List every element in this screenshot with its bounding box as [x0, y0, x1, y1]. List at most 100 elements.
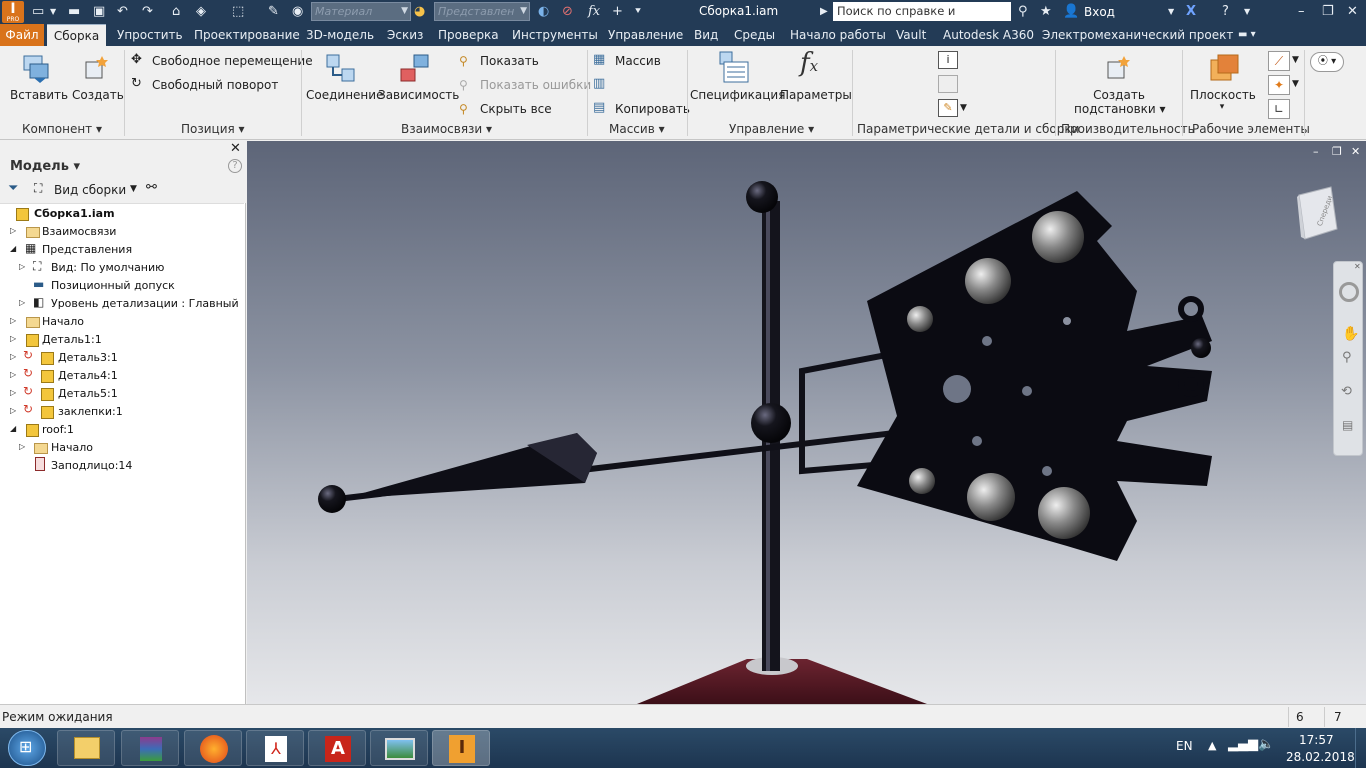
panel-title-manage[interactable]: Управление ▾ — [729, 122, 814, 136]
expand-icon[interactable]: ▷ — [10, 316, 16, 325]
return-icon[interactable]: ◈ — [196, 3, 206, 21]
create-substitutes-icon[interactable] — [1102, 52, 1134, 84]
taskbar-explorer[interactable] — [57, 730, 115, 766]
expand-icon[interactable]: ▷ — [19, 262, 25, 271]
tree-item-roof-origin[interactable]: Начало — [51, 439, 93, 457]
panel-title-pattern[interactable]: Массив ▾ — [609, 122, 665, 136]
create-ipart-table-icon[interactable] — [938, 75, 958, 93]
tab-manage[interactable]: Управление — [608, 24, 683, 46]
create-substitutes-button[interactable]: Создать подстановки ▾ — [1074, 88, 1166, 116]
save-icon[interactable]: ▣ — [93, 3, 105, 21]
view-dropdown-icon[interactable]: ▼ — [130, 184, 137, 194]
sign-in-link[interactable]: Вход — [1084, 5, 1115, 19]
taskbar-photos[interactable] — [370, 730, 428, 766]
tab-environments[interactable]: Среды — [734, 24, 775, 46]
show-desktop-button[interactable] — [1355, 728, 1366, 768]
browser-help-icon[interactable]: ? — [228, 159, 242, 173]
fx-icon[interactable]: fx — [588, 3, 600, 21]
panel-title-work-features[interactable]: Рабочие элементы — [1192, 122, 1310, 136]
constraint-button[interactable]: Зависимость — [378, 88, 459, 102]
close-browser-icon[interactable]: ✕ — [230, 141, 241, 156]
expand-icon[interactable]: ▷ — [10, 388, 16, 397]
look-at-icon[interactable]: ▤ — [1342, 418, 1353, 432]
taskbar-firefox[interactable] — [184, 730, 242, 766]
tree-item-origin[interactable]: Начало — [42, 313, 84, 331]
help-dropdown-icon[interactable]: ▼ — [1244, 3, 1250, 21]
panel-title-component[interactable]: Компонент ▾ — [22, 122, 102, 136]
close-icon[interactable]: ✕ — [1347, 3, 1358, 21]
exchange-icon[interactable]: X — [1186, 3, 1196, 21]
taskbar-autocad[interactable]: A — [308, 730, 366, 766]
create-component-icon[interactable] — [80, 52, 112, 84]
tab-view[interactable]: Вид — [694, 24, 718, 46]
show-errors-button[interactable]: Показать ошибки — [480, 78, 591, 92]
create-ipart-icon[interactable]: i — [938, 51, 958, 69]
tree-item-part1[interactable]: Деталь1:1 — [42, 331, 102, 349]
assembly-view-dropdown[interactable]: Вид сборки — [54, 183, 126, 197]
volume-icon[interactable]: 🔈 — [1258, 737, 1274, 752]
panel-title-relationships[interactable]: Взаимосвязи ▾ — [401, 122, 492, 136]
redo-icon[interactable]: ↷ — [142, 3, 153, 21]
weathervane-model[interactable] — [247, 141, 1366, 704]
tree-item-lod[interactable]: Уровень детализации : Главный — [51, 295, 239, 313]
insert-button[interactable]: Вставить — [10, 88, 68, 102]
ribbon-options-icon[interactable]: ▬ ▾ — [1238, 24, 1256, 46]
insert-icon[interactable] — [20, 52, 54, 84]
view-cube[interactable]: Спереди — [1295, 185, 1339, 241]
expand-icon[interactable]: ▷ — [10, 352, 16, 361]
steering-wheel-icon[interactable] — [1339, 282, 1359, 302]
network-icon[interactable]: ▂▄▆ — [1228, 737, 1258, 752]
expand-icon[interactable]: ▷ — [10, 226, 16, 235]
navigation-dropdown-icon[interactable]: ⦿ ▾ — [1310, 52, 1344, 72]
constraint-icon[interactable] — [398, 52, 432, 84]
tab-vault[interactable]: Vault — [896, 24, 926, 46]
tree-item-representations[interactable]: Представления — [42, 241, 132, 259]
graphics-viewport[interactable]: – ❐ ✕ Спереди ✕ ✋ ⚲ ⟲ ▤ — [247, 141, 1366, 704]
edit-table-icon[interactable]: ✎ — [938, 99, 958, 117]
tree-item-rivets[interactable]: заклепки:1 — [58, 403, 123, 421]
bom-icon[interactable] — [716, 50, 752, 84]
create-button[interactable]: Создать — [72, 88, 124, 102]
tray-expand-icon[interactable]: ▲ — [1208, 739, 1216, 752]
expand-icon[interactable]: ▷ — [10, 406, 16, 415]
tree-item-part4[interactable]: Деталь4:1 — [58, 367, 118, 385]
search-binoculars-icon[interactable]: ⚲ — [1018, 3, 1028, 21]
signin-dropdown-icon[interactable]: ▼ — [1168, 3, 1174, 21]
panel-title-ipart[interactable]: Параметрические детали и сборки — [857, 122, 1079, 136]
free-rotate-button[interactable]: Свободный поворот — [152, 78, 278, 92]
parameters-button[interactable]: Параметры — [780, 88, 852, 102]
tab-simplify[interactable]: Упростить — [117, 24, 183, 46]
maximize-icon[interactable]: ❐ — [1322, 3, 1334, 21]
app-logo[interactable]: I PRO — [2, 1, 24, 23]
plane-icon[interactable] — [1208, 52, 1242, 84]
pattern-button[interactable]: Массив — [615, 54, 661, 68]
clear-appearance-icon[interactable]: ⊘ — [562, 3, 573, 21]
undo-icon[interactable]: ↶ — [117, 3, 128, 21]
panel-title-position[interactable]: Позиция ▾ — [181, 122, 245, 136]
expand-icon[interactable]: ▷ — [10, 370, 16, 379]
minimize-icon[interactable]: – — [1298, 3, 1305, 21]
tree-item-part3[interactable]: Деталь3:1 — [58, 349, 118, 367]
help-search-input[interactable]: Поиск по справке и командам. — [833, 2, 1011, 37]
collapse-icon[interactable]: ◢ — [10, 424, 16, 433]
copy-button[interactable]: Копировать — [615, 102, 690, 116]
expand-icon[interactable]: ▷ — [19, 442, 25, 451]
ucs-icon[interactable]: ∟ — [1268, 99, 1290, 119]
tab-get-started[interactable]: Начало работы — [790, 24, 886, 46]
tab-electromechanical[interactable]: Электромеханический проект — [1042, 24, 1233, 46]
tree-item-view[interactable]: Вид: По умолчанию — [51, 259, 164, 277]
axis-dropdown-icon[interactable]: ▼ — [1292, 55, 1299, 65]
adjust-appearance-icon[interactable]: ◐ — [538, 3, 549, 21]
user-icon[interactable]: 👤 — [1063, 3, 1079, 21]
update-icon[interactable]: ✎ — [268, 3, 279, 21]
taskbar-winrar[interactable] — [121, 730, 179, 766]
tab-sketch[interactable]: Эскиз — [387, 24, 423, 46]
new-file-icon[interactable]: ▭ — [32, 3, 44, 21]
tree-item-relationships[interactable]: Взаимосвязи — [42, 223, 116, 241]
work-point-icon[interactable]: ✦ — [1268, 75, 1290, 95]
start-button[interactable]: ⊞ — [8, 730, 46, 766]
bom-button[interactable]: Спецификация — [690, 88, 785, 102]
pan-icon[interactable]: ✋ — [1342, 326, 1359, 342]
point-dropdown-icon[interactable]: ▼ — [1292, 79, 1299, 89]
tree-item-tolerance[interactable]: Позиционный допуск — [51, 277, 175, 295]
